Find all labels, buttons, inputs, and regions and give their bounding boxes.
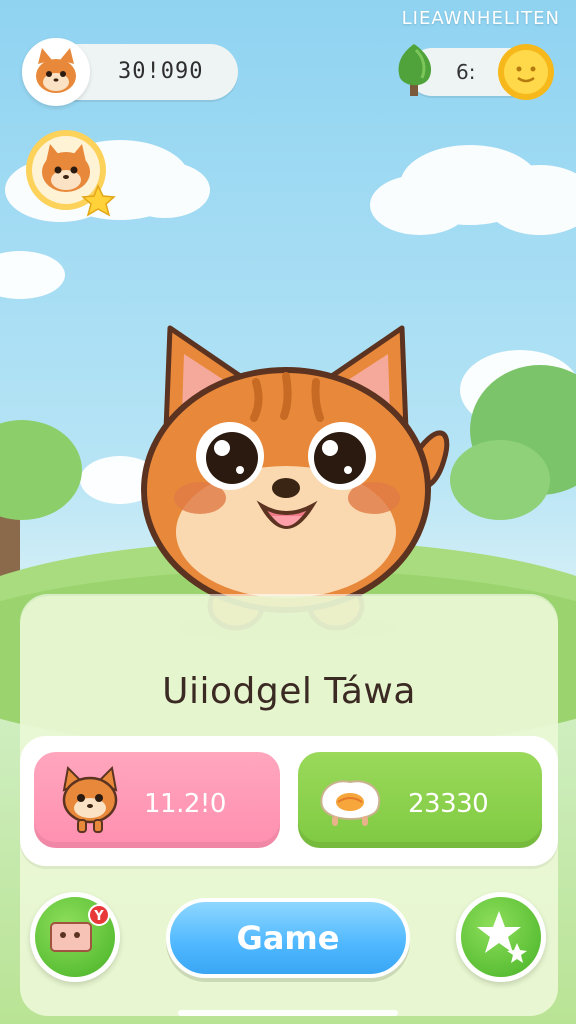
tree-icon: [398, 44, 432, 96]
favorites-button[interactable]: [456, 892, 546, 982]
food-stat-value: 23330: [408, 789, 489, 819]
gems-value: 6:: [456, 60, 476, 84]
game-button[interactable]: Game: [166, 898, 410, 978]
love-stat-value: 11.2!0: [144, 789, 226, 819]
cat-face-icon: [26, 42, 86, 102]
home-indicator: [178, 1010, 398, 1016]
cat-face-star-icon[interactable]: [24, 126, 116, 218]
egg-food-icon: [320, 780, 381, 826]
mail-button[interactable]: Y: [30, 892, 120, 982]
letter-icon: Y: [50, 904, 110, 952]
sparkle-star-icon: [477, 911, 527, 963]
sun-coin-icon[interactable]: [496, 42, 556, 102]
coins-value: 30!090: [118, 59, 204, 84]
top-right-label: LIEAWNHELITEN: [401, 8, 560, 29]
pet-character[interactable]: [136, 310, 456, 640]
pet-name: Uiiodgel Táwa: [162, 671, 416, 712]
notification-badge-text: Y: [93, 909, 104, 924]
profile-avatar[interactable]: [22, 38, 90, 106]
game-scene: 30!090 LIEAWNHELITEN 6: Uiiodgel Táwa 11…: [0, 0, 576, 1024]
cat-face-icon: [62, 765, 118, 833]
